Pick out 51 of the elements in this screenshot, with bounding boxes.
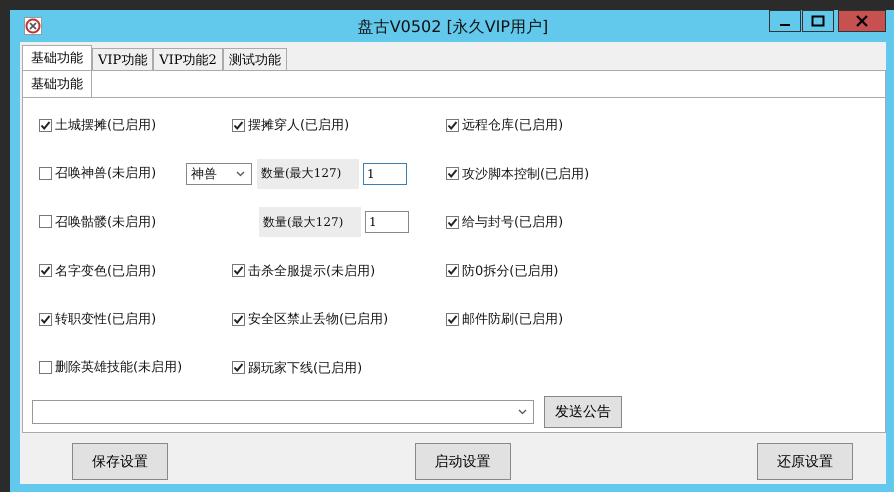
checkbox[interactable]: 删除英雄技能(未启用) <box>39 358 182 376</box>
tab[interactable]: VIP功能 <box>92 48 154 70</box>
checkmark-icon <box>447 265 458 276</box>
checkbox[interactable]: 摆摊穿人(已启用) <box>232 116 350 134</box>
chevron-down-icon <box>518 409 527 415</box>
checkmark-icon <box>40 265 51 276</box>
checkmark-icon <box>233 265 244 276</box>
checkbox[interactable]: 攻沙脚本控制(已启用) <box>446 164 590 182</box>
checkbox[interactable]: 防0拆分(已启用) <box>446 262 558 280</box>
quantity-input[interactable]: 1 <box>365 211 409 234</box>
checkmark-icon <box>447 120 458 130</box>
chevron-down-icon <box>236 170 245 177</box>
send-announcement-button[interactable]: 发送公告 <box>544 396 622 428</box>
checkmark-icon <box>447 314 458 324</box>
quantity-label: 数量(最大127) <box>257 158 359 189</box>
checkbox[interactable]: 召唤骷髅(未启用) <box>39 212 156 230</box>
checkbox[interactable]: 踢玩家下线(已启用) <box>232 358 362 377</box>
checkmark-icon <box>233 120 244 131</box>
checkbox[interactable]: 击杀全服提示(未启用) <box>232 262 376 280</box>
checkmark-icon <box>447 216 458 228</box>
quantity-label: 数量(最大127) <box>259 207 361 238</box>
checkbox[interactable]: 远程仓库(已启用) <box>446 116 564 134</box>
checkbox[interactable]: 名字变色(已启用) <box>39 262 156 280</box>
checkbox[interactable]: 邮件防刷(已启用) <box>446 310 564 328</box>
maximize-button[interactable] <box>802 10 834 32</box>
checkbox[interactable]: 转职变性(已启用) <box>39 310 156 328</box>
quantity-input[interactable]: 1 <box>363 162 407 185</box>
checkmark-icon <box>40 314 51 324</box>
close-button[interactable] <box>838 10 886 32</box>
minimize-icon <box>780 24 790 26</box>
tab[interactable]: 测试功能 <box>222 48 287 70</box>
checkbox[interactable]: 安全区禁止丢物(已启用) <box>232 310 388 328</box>
checkmark-icon <box>233 314 244 325</box>
announcement-dropdown[interactable] <box>32 400 534 424</box>
checkmark-icon <box>447 168 458 179</box>
tab[interactable]: 基础功能 <box>22 45 92 70</box>
checkbox[interactable]: 给与封号(已启用) <box>446 213 564 231</box>
footer-button[interactable]: 还原设置 <box>757 443 853 480</box>
dropdown[interactable]: 神兽 <box>186 162 252 185</box>
app-logo-icon <box>24 17 42 35</box>
checkbox[interactable]: 土城摆摊(已启用) <box>39 116 156 134</box>
checkmark-icon <box>233 362 244 374</box>
checkmark-icon <box>40 120 51 130</box>
close-icon <box>856 15 868 27</box>
window-title: 盘古V0502 [永久VIP用户] <box>358 17 548 38</box>
tab[interactable]: VIP功能2 <box>153 48 223 70</box>
checkbox[interactable]: 召唤神兽(未启用) <box>39 164 156 182</box>
footer-button[interactable]: 保存设置 <box>72 443 168 480</box>
maximize-icon <box>811 15 825 27</box>
minimize-button[interactable] <box>769 10 801 32</box>
footer-button[interactable]: 启动设置 <box>414 443 510 480</box>
